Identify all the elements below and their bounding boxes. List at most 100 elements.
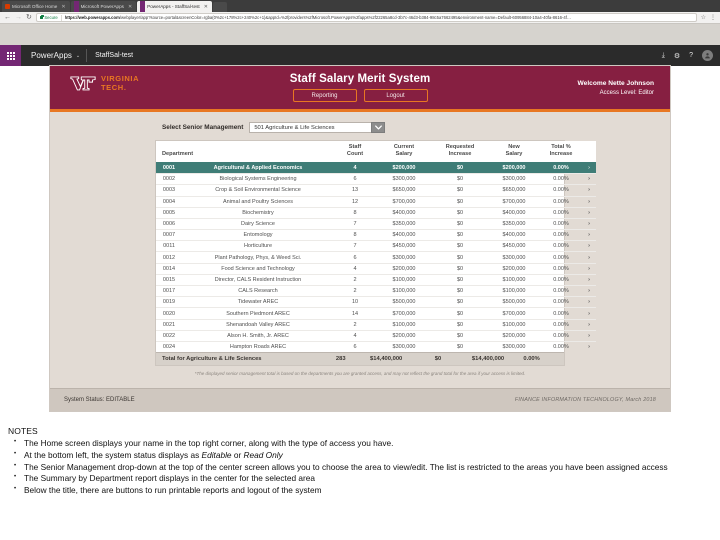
powerapps-brand[interactable]: PowerApps ⌄ [21,51,86,60]
row-department-name: Alson H. Smith, Jr. AREC [182,329,334,342]
table-row[interactable]: 0003 Crop & Soil Environmental Science 13 $… [156,184,596,197]
senior-management-dropdown[interactable]: 501 Agriculture & Life Sciences [249,122,386,133]
table-row[interactable]: 0017 CALS Research 2 $100,000 $0 $100,000 0.00… [156,285,596,297]
row-percent-increase: 0.00% [540,329,582,342]
table-row[interactable]: 0015 Director, CALS Resident Instruction 2… [156,273,596,286]
senior-management-value[interactable]: 501 Agriculture & Life Sciences [249,122,372,133]
row-requested-increase: $0 [432,161,488,174]
table-row[interactable]: 0002 Biological Systems Engineering 6 $300,… [156,173,596,185]
row-staff-count: 10 [334,296,376,308]
help-icon[interactable]: ? [689,52,693,59]
note-emphasis: Read Only [243,449,283,460]
row-percent-increase: 0.00% [540,206,582,219]
row-department-code: 0002 [156,173,182,185]
row-staff-count: 14 [334,307,376,320]
row-chevron-icon[interactable]: › [582,173,596,185]
row-current-salary: $100,000 [376,273,432,286]
browser-tab-powerapps[interactable]: Microsoft PowerApps ✕ [70,1,137,12]
table-row[interactable]: 0004 Animal and Poultry Sciences 12 $700,00… [156,195,596,208]
row-chevron-icon[interactable]: › [582,240,596,252]
row-percent-increase: 0.00% [540,184,582,197]
row-new-salary: $200,000 [488,329,540,342]
address-bar[interactable]: Secure https://web.powerapps.com/webplay… [35,13,697,22]
row-chevron-icon[interactable]: › [582,285,596,297]
row-department-name: Director, CALS Resident Instruction [182,273,334,286]
kebab-menu-icon[interactable]: ⋮ [710,14,716,21]
browser-tab-office-home[interactable]: Microsoft Office Home ✕ [2,1,70,12]
note-item: The Home screen displays your name in th… [8,438,712,450]
table-row[interactable]: 0024 Hampton Roads AREC 6 $300,000 $0 $300,00… [156,340,596,353]
table-row[interactable]: 0001 Agricultural & Applied Economics 4 $20… [156,161,596,174]
logout-button[interactable]: Logout [363,89,428,102]
row-chevron-icon[interactable]: › [582,195,596,208]
column-header-current-line1: Current [393,144,415,150]
table-row[interactable]: 0012 Plant Pathology, Phys, & Weed Sci. 6 $… [156,251,596,264]
welcome-label: Welcome Nette Johnson [577,80,654,87]
close-icon[interactable]: ✕ [204,4,208,10]
chevron-down-icon[interactable]: ⌄ [76,53,80,59]
row-chevron-icon[interactable]: › [582,184,596,197]
back-icon[interactable]: ← [4,14,11,21]
secure-label: Secure [44,15,58,20]
row-requested-increase: $0 [432,296,488,308]
close-icon[interactable]: ✕ [61,4,65,10]
row-staff-count: 13 [334,184,376,197]
row-chevron-icon[interactable]: › [582,273,596,286]
total-new-salary: $14,400,000 [471,356,505,363]
reporting-button[interactable]: Reporting [292,89,357,102]
row-department-name: Hampton Roads AREC [182,340,334,353]
url-path: /webplayer/app?source=portal&screenColor… [119,15,572,20]
row-chevron-icon[interactable]: › [582,251,596,264]
table-row[interactable]: 0011 Horticulture 7 $450,000 $0 $450,000 0.00%… [156,240,596,252]
row-new-salary: $200,000 [488,161,540,174]
table-row[interactable]: 0021 Shenandoah Valley AREC 2 $100,000 $0 $10… [156,318,596,331]
table-row[interactable]: 0006 Dairy Science 7 $350,000 $0 $350,000 0.00… [156,217,596,230]
table-row[interactable]: 0005 Biochemistry 8 $400,000 $0 $400,000 0.00%… [156,206,596,219]
row-new-salary: $300,000 [488,340,540,353]
row-chevron-icon[interactable]: › [582,296,596,308]
account-avatar[interactable] [702,50,713,61]
column-header-current-line2: Salary [395,150,413,157]
row-chevron-icon[interactable]: › [582,329,596,342]
new-tab-button[interactable] [212,2,227,12]
column-header-new-salary: New Salary [488,141,540,163]
row-chevron-icon[interactable]: › [582,217,596,230]
note-item: Below the title, there are buttons to ru… [8,485,712,497]
row-current-salary: $300,000 [376,251,432,264]
row-chevron-icon[interactable]: › [582,340,596,353]
row-chevron-icon[interactable]: › [582,307,596,320]
row-department-name: Horticulture [182,240,334,252]
row-current-salary: $200,000 [376,262,432,275]
row-requested-increase: $0 [432,173,488,185]
table-row[interactable]: 0014 Food Science and Technology 4 $200,000… [156,262,596,275]
app-launcher-icon[interactable] [0,45,21,66]
row-staff-count: 6 [334,173,376,185]
reload-icon[interactable]: ↻ [26,14,32,21]
table-row[interactable]: 0020 Southern Piedmont AREC 14 $700,000 $0 $7… [156,307,596,320]
row-department-code: 0007 [156,229,182,241]
secure-badge: Secure [39,14,58,20]
row-new-salary: $350,000 [488,217,540,230]
table-row[interactable]: 0007 Entomology 8 $400,000 $0 $400,000 0.00% › [156,229,596,241]
chevron-down-icon[interactable] [371,122,386,133]
app-stage: VIRGINIA TECH. Staff Salary Merit System… [0,66,720,418]
browser-tab-staffsal-test[interactable]: PowerApps - StaffSal-test ✕ [137,1,212,12]
download-icon[interactable]: ⤓ [662,52,665,60]
notes-list: The Home screen displays your name in th… [8,438,712,497]
powerapps-brand-label: PowerApps [31,51,72,60]
table-row[interactable]: 0019 Tidewater AREC 10 $500,000 $0 $500,000 0.… [156,296,596,308]
row-chevron-icon[interactable]: › [582,229,596,241]
row-chevron-icon[interactable]: › [582,318,596,331]
table-row[interactable]: 0022 Alson H. Smith, Jr. AREC 4 $200,000 $0 $… [156,329,596,342]
close-icon[interactable]: ✕ [128,4,132,10]
row-chevron-icon[interactable]: › [582,161,596,174]
gear-icon[interactable]: ⚙ [674,52,680,60]
star-icon[interactable]: ☆ [701,14,706,21]
row-chevron-icon[interactable]: › [582,206,596,219]
column-header-staff-count-line1: Staff [348,144,362,150]
forward-icon: → [15,14,22,21]
row-chevron-icon[interactable]: › [582,262,596,275]
omnibox-divider [60,14,62,21]
note-emphasis: Editable [201,449,232,460]
row-requested-increase: $0 [432,206,488,219]
